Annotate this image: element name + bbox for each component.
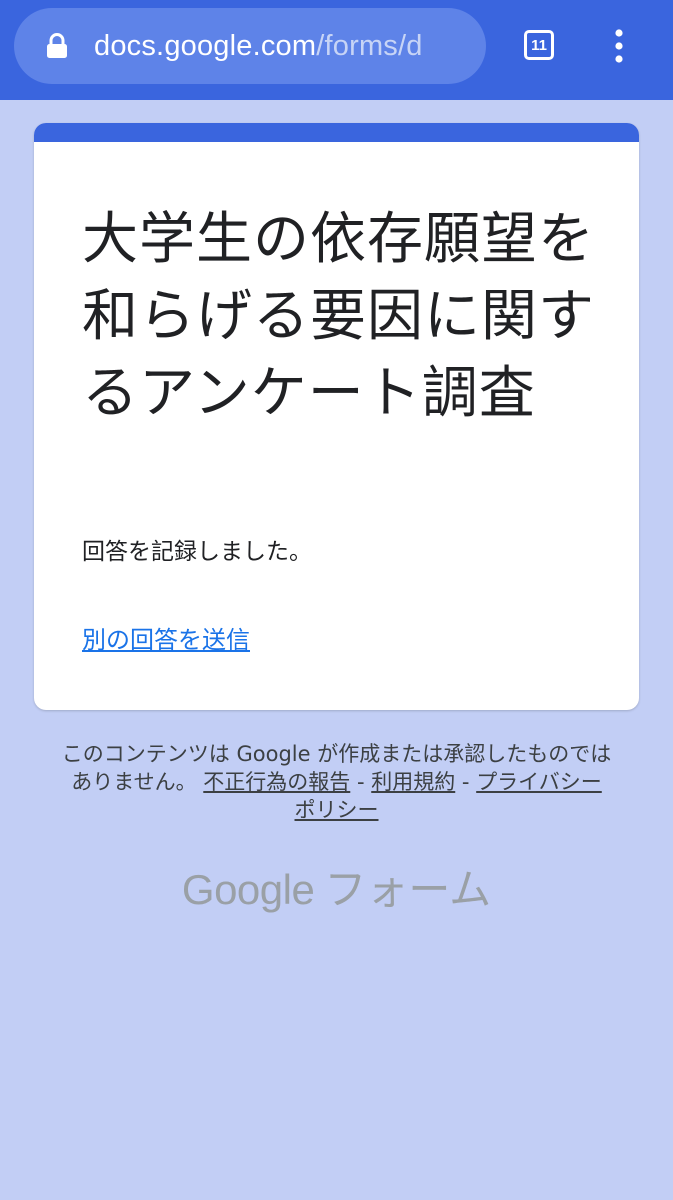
report-abuse-link[interactable]: 不正行為の報告 — [203, 770, 350, 794]
browser-toolbar: docs.google.com/forms/d 11 — [0, 0, 673, 100]
tab-count: 11 — [531, 36, 547, 54]
card-accent-bar — [34, 123, 639, 142]
url-path: /forms/d — [316, 29, 423, 62]
url-text: docs.google.com/forms/d — [94, 30, 423, 63]
form-card: 大学生の依存願望を和らげる要因に関するアンケート調査 回答を記録しました。 別の… — [34, 123, 639, 710]
brand-product: フォーム — [324, 865, 492, 914]
tab-switcher-button[interactable]: 11 — [524, 30, 554, 60]
url-host: docs.google.com — [94, 29, 317, 62]
form-title: 大学生の依存願望を和らげる要因に関するアンケート調査 — [82, 207, 595, 426]
terms-link[interactable]: 利用規約 — [371, 770, 455, 794]
footer-separator: - — [461, 770, 470, 794]
lock-icon — [47, 33, 67, 58]
footer-disclaimer: このコンテンツは Google が作成または承認したものではありません。 不正行… — [60, 740, 613, 824]
google-forms-logo[interactable]: Google フォーム — [0, 862, 673, 918]
brand-google: Google — [181, 866, 315, 913]
footer-separator: - — [356, 770, 365, 794]
submit-another-response-link[interactable]: 別の回答を送信 — [82, 623, 250, 657]
confirmation-message: 回答を記録しました。 — [82, 539, 312, 565]
more-menu-icon[interactable] — [604, 28, 634, 64]
address-bar[interactable]: docs.google.com/forms/d — [14, 8, 486, 84]
